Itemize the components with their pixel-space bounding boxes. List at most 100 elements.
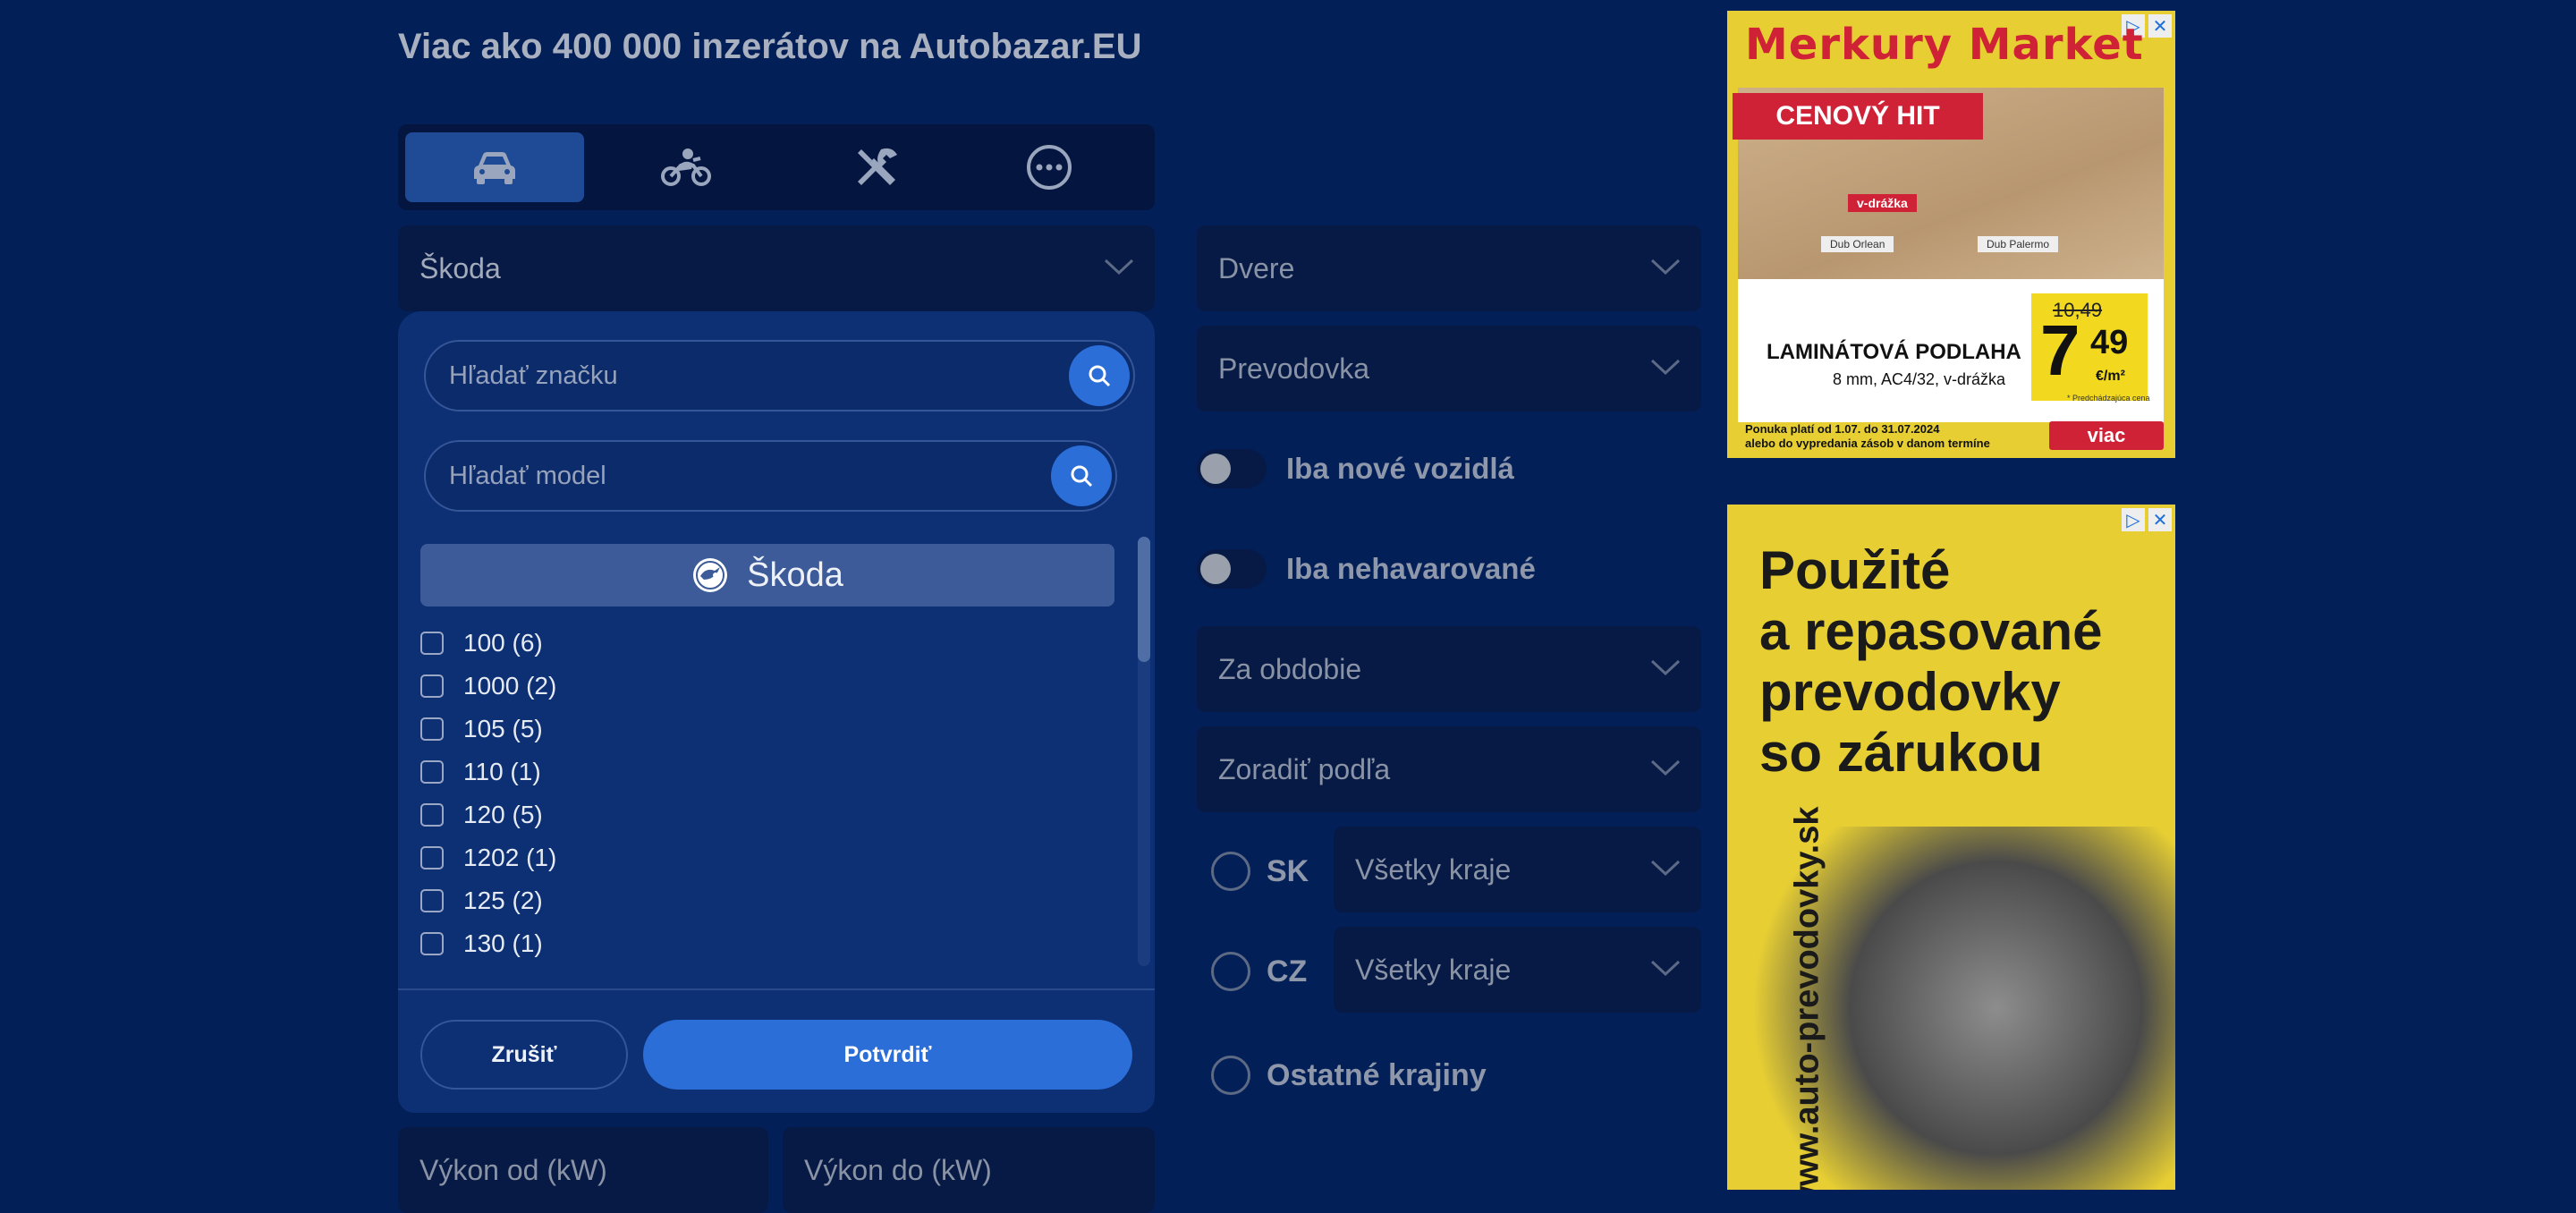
ad-headline: Použité a repasované prevodovky so záruk… bbox=[1759, 540, 2103, 784]
checkbox[interactable] bbox=[420, 760, 444, 784]
ad-more-button[interactable]: viac bbox=[2049, 421, 2164, 450]
tab-cars[interactable] bbox=[405, 132, 584, 202]
ad-merkury-market[interactable]: ▷ ✕ Merkury Market CENOVÝ HIT v-drážka D… bbox=[1727, 11, 2175, 458]
checkbox[interactable] bbox=[420, 632, 444, 655]
sk-radio-row[interactable]: SK bbox=[1211, 852, 1309, 891]
close-icon[interactable]: ✕ bbox=[2148, 508, 2172, 531]
close-icon[interactable]: ✕ bbox=[2148, 14, 2172, 38]
checkbox[interactable] bbox=[420, 932, 444, 955]
other-countries-radio-row[interactable]: Ostatné krajiny bbox=[1211, 1056, 1487, 1095]
tools-icon bbox=[858, 148, 897, 185]
model-search-button[interactable] bbox=[1051, 445, 1112, 506]
ad-info-icon[interactable]: ▷ bbox=[2122, 508, 2145, 531]
only-undamaged-label: Iba nehavarované bbox=[1286, 552, 1536, 585]
checkbox[interactable] bbox=[420, 803, 444, 827]
model-label: 1000 (2) bbox=[463, 672, 557, 700]
search-icon bbox=[1071, 465, 1093, 488]
model-label: 100 (6) bbox=[463, 629, 543, 657]
model-item[interactable]: 1000 (2) bbox=[420, 665, 1100, 708]
sk-radio[interactable] bbox=[1211, 852, 1250, 891]
transmission-select[interactable]: Prevodovka bbox=[1197, 326, 1701, 411]
only-new-toggle[interactable] bbox=[1197, 449, 1267, 488]
only-new-label: Iba nové vozidlá bbox=[1286, 452, 1514, 485]
model-label: 105 (5) bbox=[463, 715, 543, 742]
model-label: 1202 (1) bbox=[463, 844, 557, 871]
ad-headline-line: prevodovky bbox=[1759, 662, 2061, 722]
ad-headline-line: a repasované bbox=[1759, 601, 2103, 661]
brand-select[interactable]: Škoda bbox=[398, 225, 1155, 311]
model-item[interactable]: 130 (1) bbox=[420, 922, 1100, 965]
ad-product-name: LAMINÁTOVÁ PODLAHA bbox=[1767, 340, 2021, 364]
sort-select[interactable]: Zoradiť podľa bbox=[1197, 726, 1701, 812]
doors-select[interactable]: Dvere bbox=[1197, 225, 1701, 311]
checkbox[interactable] bbox=[420, 717, 444, 741]
ad-validity: Ponuka platí od 1.07. do 31.07.2024 bbox=[1745, 422, 1940, 436]
cz-radio-row[interactable]: CZ bbox=[1211, 952, 1307, 991]
chevron-down-icon bbox=[1650, 359, 1681, 376]
panel-divider bbox=[398, 988, 1155, 990]
period-select[interactable]: Za obdobie bbox=[1197, 626, 1701, 712]
confirm-button[interactable]: Potvrdiť bbox=[643, 1020, 1132, 1090]
ad-product-spec: 8 mm, AC4/32, v-drážka bbox=[1833, 370, 2006, 388]
brand-select-value: Škoda bbox=[419, 251, 501, 284]
model-search-placeholder: Hľadať model bbox=[449, 461, 606, 490]
selected-brand-chip[interactable]: Škoda bbox=[420, 544, 1114, 606]
checkbox[interactable] bbox=[420, 846, 444, 869]
model-label: 110 (1) bbox=[463, 758, 541, 785]
ad-headline-line: Použité bbox=[1759, 540, 1951, 600]
car-icon bbox=[474, 152, 515, 184]
sk-region-select[interactable]: Všetky kraje bbox=[1334, 827, 1701, 912]
tab-motorcycles[interactable] bbox=[597, 132, 775, 202]
model-item[interactable]: 120 (5) bbox=[420, 793, 1100, 836]
ad-price-cents: 49 bbox=[2090, 324, 2129, 361]
chevron-down-icon bbox=[1650, 259, 1681, 276]
other-countries-radio[interactable] bbox=[1211, 1056, 1250, 1095]
cz-label: CZ bbox=[1267, 954, 1308, 988]
search-icon bbox=[1089, 365, 1111, 387]
power-to-placeholder: Výkon do (kW) bbox=[804, 1154, 992, 1186]
model-item[interactable]: 125 (2) bbox=[420, 879, 1100, 922]
selected-brand-label: Škoda bbox=[747, 556, 843, 594]
cz-region-value: Všetky kraje bbox=[1355, 953, 1512, 986]
category-tabs bbox=[398, 124, 1155, 210]
ad-badge: CENOVÝ HIT bbox=[1733, 93, 1983, 140]
brand-search-input[interactable]: Hľadať značku bbox=[424, 340, 1135, 411]
ad-controls: ▷ ✕ bbox=[2122, 508, 2172, 531]
tab-more[interactable] bbox=[960, 132, 1139, 202]
tab-service[interactable] bbox=[788, 132, 967, 202]
chevron-down-icon bbox=[1650, 860, 1681, 877]
model-list-scroll-thumb[interactable] bbox=[1138, 537, 1150, 662]
ad-tag: Dub Orlean bbox=[1821, 236, 1894, 252]
checkbox[interactable] bbox=[420, 889, 444, 912]
power-from-placeholder: Výkon od (kW) bbox=[419, 1154, 607, 1186]
period-label: Za obdobie bbox=[1218, 652, 1362, 685]
model-item[interactable]: 105 (5) bbox=[420, 708, 1100, 751]
cancel-button[interactable]: Zrušiť bbox=[420, 1020, 628, 1090]
motorcycle-icon bbox=[661, 148, 711, 186]
only-undamaged-toggle-row: Iba nehavarované bbox=[1197, 549, 1536, 589]
checkbox[interactable] bbox=[420, 674, 444, 698]
power-from-input[interactable]: Výkon od (kW) bbox=[398, 1127, 768, 1213]
brand-search-placeholder: Hľadať značku bbox=[449, 361, 618, 390]
model-item[interactable]: 110 (1) bbox=[420, 751, 1100, 793]
model-label: 130 (1) bbox=[463, 929, 543, 957]
brand-search-button[interactable] bbox=[1069, 345, 1130, 406]
ad-price-main: 7 bbox=[2040, 310, 2080, 390]
sk-label: SK bbox=[1267, 853, 1309, 888]
other-countries-label: Ostatné krajiny bbox=[1267, 1057, 1487, 1092]
cz-radio[interactable] bbox=[1211, 952, 1250, 991]
model-item[interactable]: 1202 (1) bbox=[420, 836, 1100, 879]
sort-label: Zoradiť podľa bbox=[1218, 752, 1391, 785]
ad-headline-line: so zárukou bbox=[1759, 723, 2043, 783]
model-item[interactable]: 100 (6) bbox=[420, 622, 1100, 665]
only-new-toggle-row: Iba nové vozidlá bbox=[1197, 449, 1514, 488]
power-to-input[interactable]: Výkon do (kW) bbox=[783, 1127, 1155, 1213]
only-undamaged-toggle[interactable] bbox=[1197, 549, 1267, 589]
ad-auto-prevodovky[interactable]: ▷ ✕ Použité a repasované prevodovky so z… bbox=[1727, 505, 2175, 1190]
chevron-down-icon bbox=[1650, 759, 1681, 776]
more-icon bbox=[1027, 145, 1072, 190]
chevron-down-icon bbox=[1650, 960, 1681, 977]
ad-tag: Dub Palermo bbox=[1978, 236, 2059, 252]
cz-region-select[interactable]: Všetky kraje bbox=[1334, 927, 1701, 1013]
model-search-input[interactable]: Hľadať model bbox=[424, 440, 1117, 512]
